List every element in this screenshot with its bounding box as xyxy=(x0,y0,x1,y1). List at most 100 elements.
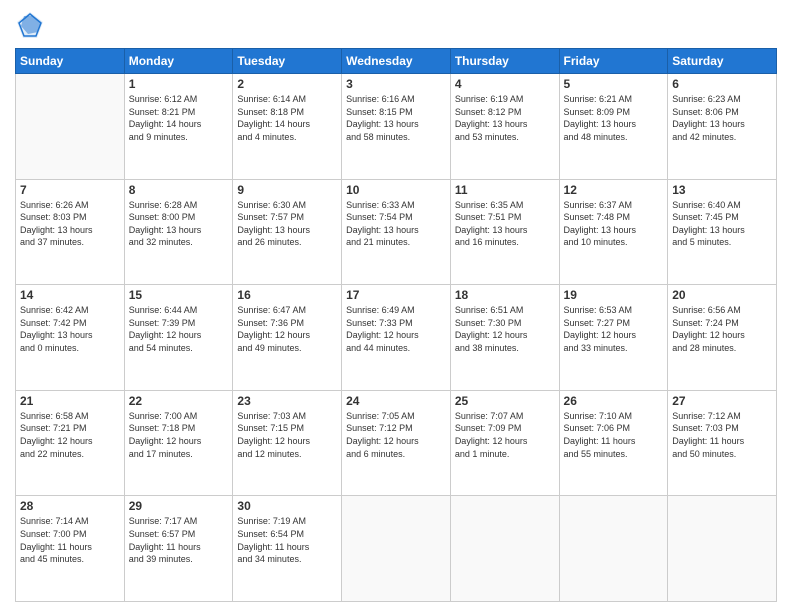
calendar-cell: 30 Sunrise: 7:19 AM Sunset: 6:54 PM Dayli… xyxy=(233,496,342,602)
logo-icon xyxy=(15,10,45,40)
day-info: Sunrise: 6:35 AM Sunset: 7:51 PM Dayligh… xyxy=(455,199,555,249)
day-info: Sunrise: 6:44 AM Sunset: 7:39 PM Dayligh… xyxy=(129,304,229,354)
calendar-cell: 19 Sunrise: 6:53 AM Sunset: 7:27 PM Dayli… xyxy=(559,285,668,391)
day-number: 6 xyxy=(672,77,772,91)
calendar-cell: 5 Sunrise: 6:21 AM Sunset: 8:09 PM Daylig… xyxy=(559,74,668,180)
calendar-cell xyxy=(450,496,559,602)
day-number: 28 xyxy=(20,499,120,513)
calendar-cell: 9 Sunrise: 6:30 AM Sunset: 7:57 PM Daylig… xyxy=(233,179,342,285)
calendar-cell xyxy=(559,496,668,602)
calendar-cell: 16 Sunrise: 6:47 AM Sunset: 7:36 PM Dayli… xyxy=(233,285,342,391)
calendar-cell: 23Sunrise: 7:03 AM Sunset: 7:15 PM Dayli… xyxy=(233,390,342,496)
day-number: 3 xyxy=(346,77,446,91)
day-info: Sunrise: 7:12 AM Sunset: 7:03 PM Dayligh… xyxy=(672,410,772,460)
day-info: Sunrise: 6:33 AM Sunset: 7:54 PM Dayligh… xyxy=(346,199,446,249)
calendar-week-row: 14 Sunrise: 6:42 AM Sunset: 7:42 PM Dayli… xyxy=(16,285,777,391)
day-info: Sunrise: 6:49 AM Sunset: 7:33 PM Dayligh… xyxy=(346,304,446,354)
logo xyxy=(15,10,49,40)
day-number: 27 xyxy=(672,394,772,408)
page: Sunday Monday Tuesday Wednesday Thursday… xyxy=(0,0,792,612)
day-number: 12 xyxy=(564,183,664,197)
calendar-cell: 8Sunrise: 6:28 AM Sunset: 8:00 PM Daylig… xyxy=(124,179,233,285)
calendar-cell: 21 Sunrise: 6:58 AM Sunset: 7:21 PM Dayli… xyxy=(16,390,125,496)
day-number: 8 xyxy=(129,183,229,197)
day-info: Sunrise: 6:53 AM Sunset: 7:27 PM Dayligh… xyxy=(564,304,664,354)
day-info: Sunrise: 6:42 AM Sunset: 7:42 PM Dayligh… xyxy=(20,304,120,354)
calendar-week-row: 21 Sunrise: 6:58 AM Sunset: 7:21 PM Dayli… xyxy=(16,390,777,496)
col-thursday: Thursday xyxy=(450,49,559,74)
day-info: Sunrise: 6:56 AM Sunset: 7:24 PM Dayligh… xyxy=(672,304,772,354)
day-number: 1 xyxy=(129,77,229,91)
day-number: 16 xyxy=(237,288,337,302)
day-info: Sunrise: 7:05 AM Sunset: 7:12 PM Dayligh… xyxy=(346,410,446,460)
calendar-cell: 18 Sunrise: 6:51 AM Sunset: 7:30 PM Dayli… xyxy=(450,285,559,391)
col-tuesday: Tuesday xyxy=(233,49,342,74)
day-number: 18 xyxy=(455,288,555,302)
day-number: 26 xyxy=(564,394,664,408)
day-number: 4 xyxy=(455,77,555,91)
calendar-cell: 29 Sunrise: 7:17 AM Sunset: 6:57 PM Dayli… xyxy=(124,496,233,602)
day-info: Sunrise: 6:30 AM Sunset: 7:57 PM Dayligh… xyxy=(237,199,337,249)
calendar-cell: 6 Sunrise: 6:23 AM Sunset: 8:06 PM Daylig… xyxy=(668,74,777,180)
day-number: 20 xyxy=(672,288,772,302)
day-number: 21 xyxy=(20,394,120,408)
day-number: 5 xyxy=(564,77,664,91)
calendar-cell: 28 Sunrise: 7:14 AM Sunset: 7:00 PM Dayli… xyxy=(16,496,125,602)
calendar-cell: 24 Sunrise: 7:05 AM Sunset: 7:12 PM Dayli… xyxy=(342,390,451,496)
col-saturday: Saturday xyxy=(668,49,777,74)
calendar-header-row: Sunday Monday Tuesday Wednesday Thursday… xyxy=(16,49,777,74)
day-info: Sunrise: 7:00 AM Sunset: 7:18 PM Dayligh… xyxy=(129,410,229,460)
day-info: Sunrise: 6:40 AM Sunset: 7:45 PM Dayligh… xyxy=(672,199,772,249)
calendar-table: Sunday Monday Tuesday Wednesday Thursday… xyxy=(15,48,777,602)
day-info: Sunrise: 6:14 AM Sunset: 8:18 PM Dayligh… xyxy=(237,93,337,143)
calendar-cell: 17Sunrise: 6:49 AM Sunset: 7:33 PM Dayli… xyxy=(342,285,451,391)
day-info: Sunrise: 7:07 AM Sunset: 7:09 PM Dayligh… xyxy=(455,410,555,460)
calendar-cell: 14 Sunrise: 6:42 AM Sunset: 7:42 PM Dayli… xyxy=(16,285,125,391)
calendar-cell: 20 Sunrise: 6:56 AM Sunset: 7:24 PM Dayli… xyxy=(668,285,777,391)
calendar-cell: 7Sunrise: 6:26 AM Sunset: 8:03 PM Daylig… xyxy=(16,179,125,285)
col-sunday: Sunday xyxy=(16,49,125,74)
calendar-week-row: 28 Sunrise: 7:14 AM Sunset: 7:00 PM Dayli… xyxy=(16,496,777,602)
calendar-cell: 11 Sunrise: 6:35 AM Sunset: 7:51 PM Dayli… xyxy=(450,179,559,285)
day-info: Sunrise: 7:19 AM Sunset: 6:54 PM Dayligh… xyxy=(237,515,337,565)
day-number: 11 xyxy=(455,183,555,197)
calendar-cell xyxy=(668,496,777,602)
calendar-cell: 15 Sunrise: 6:44 AM Sunset: 7:39 PM Dayli… xyxy=(124,285,233,391)
day-info: Sunrise: 7:10 AM Sunset: 7:06 PM Dayligh… xyxy=(564,410,664,460)
day-number: 9 xyxy=(237,183,337,197)
day-info: Sunrise: 6:12 AM Sunset: 8:21 PM Dayligh… xyxy=(129,93,229,143)
day-number: 29 xyxy=(129,499,229,513)
col-wednesday: Wednesday xyxy=(342,49,451,74)
col-monday: Monday xyxy=(124,49,233,74)
calendar-cell: 1 Sunrise: 6:12 AM Sunset: 8:21 PM Daylig… xyxy=(124,74,233,180)
day-info: Sunrise: 7:17 AM Sunset: 6:57 PM Dayligh… xyxy=(129,515,229,565)
day-number: 2 xyxy=(237,77,337,91)
calendar-cell: 27 Sunrise: 7:12 AM Sunset: 7:03 PM Dayli… xyxy=(668,390,777,496)
day-info: Sunrise: 6:58 AM Sunset: 7:21 PM Dayligh… xyxy=(20,410,120,460)
day-info: Sunrise: 6:23 AM Sunset: 8:06 PM Dayligh… xyxy=(672,93,772,143)
day-info: Sunrise: 6:47 AM Sunset: 7:36 PM Dayligh… xyxy=(237,304,337,354)
day-info: Sunrise: 6:51 AM Sunset: 7:30 PM Dayligh… xyxy=(455,304,555,354)
day-number: 13 xyxy=(672,183,772,197)
day-info: Sunrise: 6:19 AM Sunset: 8:12 PM Dayligh… xyxy=(455,93,555,143)
day-number: 15 xyxy=(129,288,229,302)
day-number: 19 xyxy=(564,288,664,302)
day-number: 24 xyxy=(346,394,446,408)
day-number: 10 xyxy=(346,183,446,197)
calendar-cell: 13 Sunrise: 6:40 AM Sunset: 7:45 PM Dayli… xyxy=(668,179,777,285)
day-number: 23 xyxy=(237,394,337,408)
day-number: 22 xyxy=(129,394,229,408)
calendar-cell: 3 Sunrise: 6:16 AM Sunset: 8:15 PM Daylig… xyxy=(342,74,451,180)
calendar-cell: 22 Sunrise: 7:00 AM Sunset: 7:18 PM Dayli… xyxy=(124,390,233,496)
day-info: Sunrise: 6:37 AM Sunset: 7:48 PM Dayligh… xyxy=(564,199,664,249)
day-number: 14 xyxy=(20,288,120,302)
calendar-cell: 12 Sunrise: 6:37 AM Sunset: 7:48 PM Dayli… xyxy=(559,179,668,285)
calendar-cell: 26 Sunrise: 7:10 AM Sunset: 7:06 PM Dayli… xyxy=(559,390,668,496)
day-number: 30 xyxy=(237,499,337,513)
calendar-cell xyxy=(342,496,451,602)
day-info: Sunrise: 6:16 AM Sunset: 8:15 PM Dayligh… xyxy=(346,93,446,143)
day-info: Sunrise: 7:14 AM Sunset: 7:00 PM Dayligh… xyxy=(20,515,120,565)
day-number: 25 xyxy=(455,394,555,408)
day-info: Sunrise: 6:21 AM Sunset: 8:09 PM Dayligh… xyxy=(564,93,664,143)
col-friday: Friday xyxy=(559,49,668,74)
